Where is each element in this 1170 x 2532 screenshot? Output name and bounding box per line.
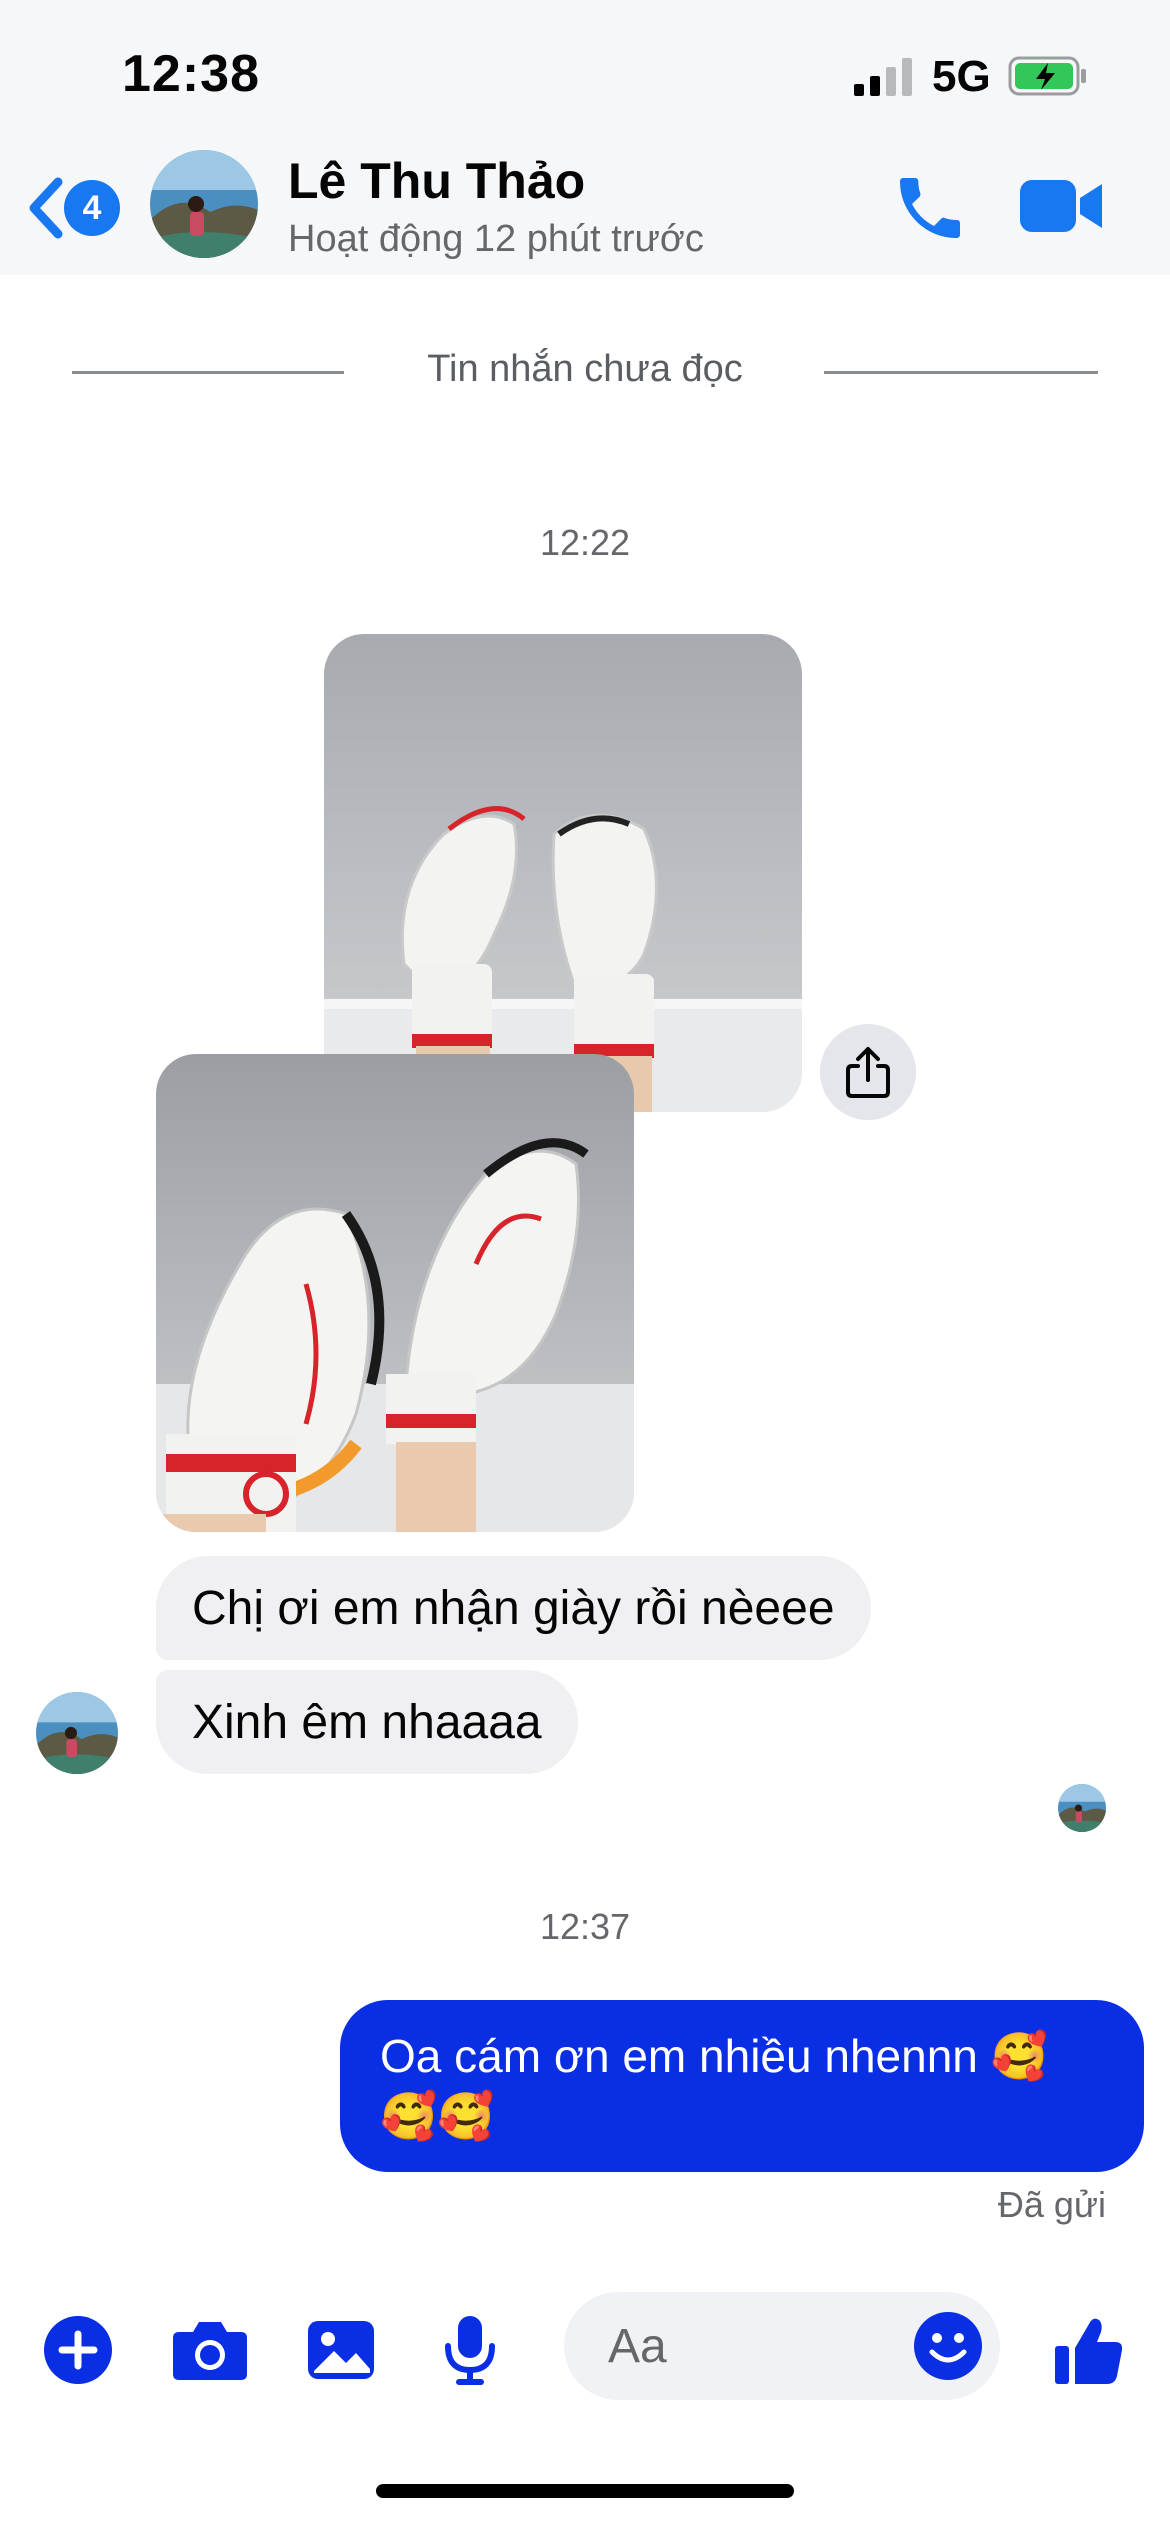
timestamp: 12:22	[539, 522, 631, 563]
thumbs-up-icon	[1055, 2318, 1123, 2384]
camera-button[interactable]	[170, 2310, 250, 2390]
outgoing-message-line: Oa cám ơn em nhiều nhennn 🥰	[380, 2030, 1048, 2082]
incoming-message[interactable]: Xinh êm nhaaaa	[156, 1670, 578, 1774]
contact-avatar-small	[36, 1692, 118, 1774]
unread-divider-label: Tin nhắn chưa đọc	[427, 348, 743, 390]
message-input[interactable]	[608, 2292, 908, 2400]
home-indicator	[376, 2484, 794, 2498]
contact-name[interactable]: Lê Thu Thảo	[288, 152, 585, 210]
sent-status: Đã gửi	[997, 2184, 1106, 2225]
share-button[interactable]	[820, 1024, 916, 1120]
unread-badge: 4	[64, 180, 120, 236]
contact-avatar[interactable]	[150, 150, 258, 258]
shoe-photo-1[interactable]	[324, 634, 802, 1112]
outgoing-message-line: 🥰🥰	[380, 2090, 495, 2142]
shoe-photo-2[interactable]	[156, 1054, 634, 1532]
plus-icon	[44, 2316, 112, 2384]
incoming-message[interactable]: Chị ơi em nhận giày rồi nèeee	[156, 1556, 871, 1660]
contact-status: Hoạt động 12 phút trước	[288, 218, 704, 260]
signal-icon	[854, 58, 912, 96]
network-label: 5G	[932, 52, 991, 101]
microphone-icon	[445, 2316, 495, 2385]
like-button[interactable]	[1052, 2310, 1126, 2390]
emoji-button[interactable]	[912, 2310, 984, 2382]
share-icon	[846, 1047, 890, 1098]
video-camera-icon	[1020, 180, 1102, 232]
emoji-icon	[914, 2312, 982, 2380]
call-button[interactable]	[890, 168, 970, 248]
status-time: 12:38	[122, 45, 260, 103]
gallery-button[interactable]	[306, 2310, 376, 2390]
timestamp: 12:37	[539, 1906, 631, 1947]
video-call-button[interactable]	[1018, 176, 1104, 236]
chevron-left-icon	[29, 177, 63, 239]
read-receipt-avatar	[1058, 1784, 1106, 1832]
top-bar: 12:38 5G 4 Lê Thu Thảo Hoạt động 12 phút…	[0, 0, 1170, 275]
image-icon	[308, 2321, 374, 2379]
add-button[interactable]	[42, 2310, 114, 2390]
message-input-container[interactable]	[564, 2292, 1000, 2400]
outgoing-message[interactable]: Oa cám ơn em nhiều nhennn 🥰 🥰🥰	[340, 2000, 1144, 2172]
voice-button[interactable]	[440, 2310, 500, 2390]
camera-icon	[173, 2322, 247, 2380]
battery-icon	[1008, 56, 1086, 96]
phone-icon	[900, 178, 960, 238]
